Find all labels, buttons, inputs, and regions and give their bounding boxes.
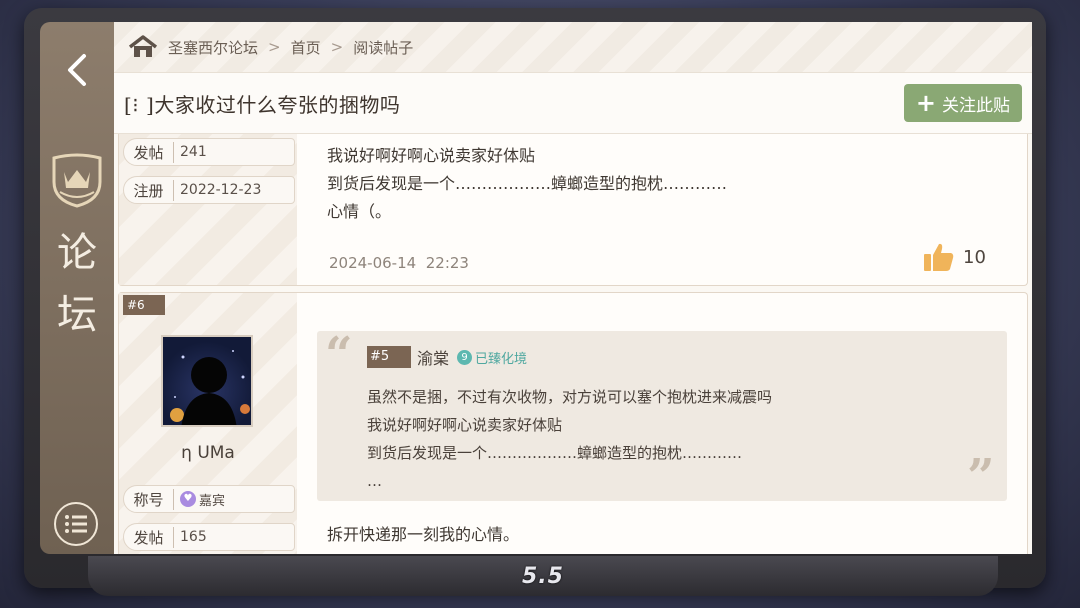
- quote-line: …: [367, 472, 382, 490]
- breadcrumb: 圣塞西尔论坛 > 首页 > 阅读帖子: [114, 22, 1032, 72]
- avatar-image: [170, 350, 250, 425]
- register-date-row: 注册 2022-12-23: [123, 176, 295, 204]
- version-logo: 5.5: [522, 563, 564, 589]
- plus-icon: +: [915, 89, 936, 117]
- post-author-sidebar: #6 η UMa 称号 ♥ 嘉宾 发帖 165: [119, 293, 297, 554]
- post: 发帖 241 注册 2022-12-23 我说好啊好啊心说卖家好体贴 到货后发现…: [118, 134, 1028, 286]
- quote-floor-tag: #5: [367, 346, 411, 368]
- breadcrumb-current: 阅读帖子: [353, 38, 414, 57]
- post-count-row: 发帖 241: [123, 138, 295, 166]
- post-count-value: 241: [180, 144, 207, 160]
- user-title-value: 嘉宾: [199, 493, 226, 509]
- post-body: 拆开快递那一刻我的心情。: [327, 525, 520, 544]
- post-count-label: 发帖: [124, 526, 174, 548]
- quote-line: 虽然不是捆，不过有次收物，对方说可以塞个抱枕进来减震吗: [367, 388, 773, 406]
- register-date-label: 注册: [124, 179, 174, 201]
- back-button[interactable]: [60, 50, 94, 90]
- breadcrumb-forum[interactable]: 圣塞西尔论坛: [168, 37, 258, 58]
- thumbs-up-icon: [924, 243, 954, 271]
- post-body-line: 我说好啊好啊心说卖家好体贴: [327, 146, 536, 165]
- close-quote-icon: ”: [967, 449, 995, 505]
- post-body-line: 心情（。: [327, 202, 392, 221]
- thread-title-bar: [⁝ ]大家收过什么夸张的捆物吗 + 关注此贴: [114, 72, 1032, 134]
- level-badge-icon: 9: [457, 349, 473, 365]
- floor-tag: #6: [123, 295, 165, 315]
- breadcrumb-home[interactable]: 首页: [291, 37, 321, 58]
- avatar[interactable]: [161, 335, 253, 427]
- rail-title-line2: 坛: [57, 292, 97, 338]
- rail-title-line1: 论: [57, 230, 97, 276]
- breadcrumb-separator: >: [330, 38, 344, 56]
- post-count-row: 发帖 165: [123, 523, 295, 551]
- post-date: 2024-06-14: [329, 254, 417, 272]
- quote-header: #5 渝棠 9 已臻化境: [367, 345, 527, 369]
- quote-author-status: 9 已臻化境: [457, 348, 527, 367]
- follow-thread-label: 关注此贴: [942, 95, 1010, 116]
- quote-line: 到货后发现是一个………………蟑螂造型的抱枕…………: [367, 444, 743, 462]
- post-body-line: 到货后发现是一个………………蟑螂造型的抱枕…………: [327, 174, 728, 193]
- quote-author-status-text: 已臻化境: [475, 351, 528, 367]
- post-timestamp: 2024-06-14 22:23: [329, 254, 469, 272]
- forum-panel: 圣塞西尔论坛 > 首页 > 阅读帖子 [⁝ ]大家收过什么夸张的捆物吗 + 关注…: [114, 22, 1032, 554]
- register-date-value: 2022-12-23: [180, 182, 262, 198]
- follow-thread-button[interactable]: + 关注此贴: [903, 84, 1022, 122]
- post-count-value: 165: [180, 529, 207, 545]
- heart-badge-icon: ♥: [180, 491, 196, 507]
- crest-icon: [52, 153, 102, 208]
- side-rail: 论 坛: [40, 22, 114, 554]
- quote-line: 我说好啊好啊心说卖家好体贴: [367, 416, 563, 434]
- quote-author[interactable]: 渝棠: [417, 345, 449, 369]
- post: #6 η UMa 称号 ♥ 嘉宾 发帖 165 “ ” #5 渝棠 9 已臻化境…: [118, 292, 1028, 554]
- device-bottom-bar: 5.5: [88, 556, 998, 596]
- quote-body: 虽然不是捆，不过有次收物，对方说可以塞个抱枕进来减震吗 我说好啊好啊心说卖家好体…: [367, 383, 772, 495]
- post-body: 我说好啊好啊心说卖家好体贴 到货后发现是一个………………蟑螂造型的抱枕………… …: [327, 142, 727, 226]
- menu-button[interactable]: [54, 502, 98, 546]
- post-count-label: 发帖: [124, 141, 174, 163]
- user-title-row: 称号 ♥ 嘉宾: [123, 485, 295, 513]
- home-icon[interactable]: [128, 35, 158, 59]
- list-icon: [65, 515, 87, 533]
- rail-title: 论 坛: [40, 222, 114, 346]
- like-count: 10: [963, 246, 986, 268]
- thread-title: [⁝ ]大家收过什么夸张的捆物吗: [124, 92, 401, 117]
- chevron-left-icon: [68, 54, 86, 86]
- username[interactable]: η UMa: [119, 443, 297, 463]
- post-time: 22:23: [425, 254, 469, 272]
- like-button[interactable]: 10: [923, 242, 986, 272]
- user-title-label: 称号: [124, 488, 174, 510]
- post-author-sidebar: 发帖 241 注册 2022-12-23: [119, 134, 297, 285]
- user-title-badge: ♥ 嘉宾: [174, 490, 225, 509]
- quote-block: “ ” #5 渝棠 9 已臻化境 虽然不是捆，不过有次收物，对方说可以塞个抱枕进…: [317, 327, 1007, 505]
- open-quote-icon: “: [325, 327, 353, 383]
- breadcrumb-separator: >: [268, 38, 281, 56]
